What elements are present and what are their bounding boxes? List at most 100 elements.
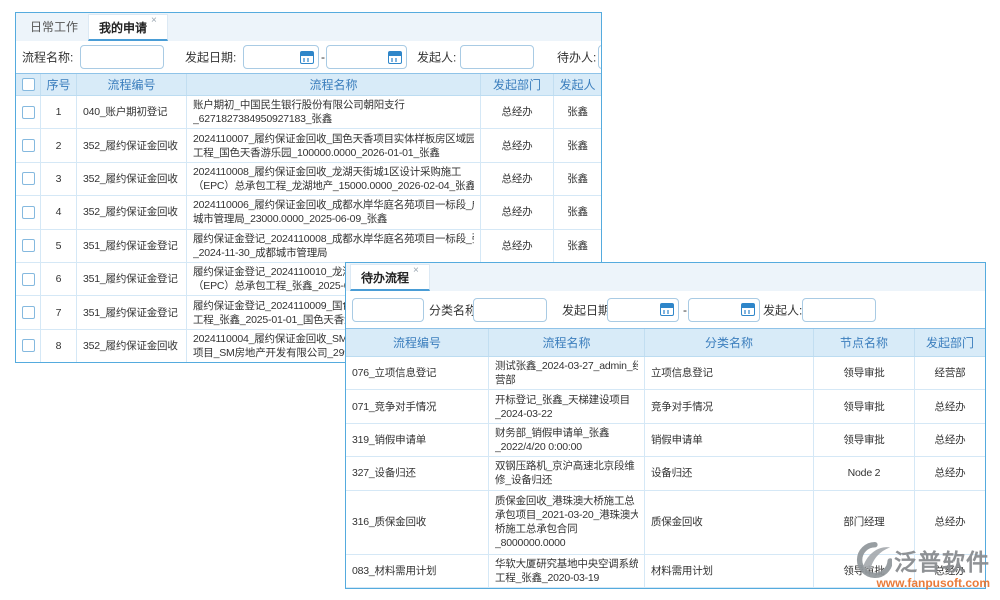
calendar-icon[interactable] (741, 303, 755, 316)
start-date-label: 发起日期: (562, 301, 613, 318)
initiator-input[interactable] (460, 45, 534, 69)
initiator-label: 发起人: (417, 49, 456, 66)
col-header-dept[interactable]: 发起部门 (915, 329, 985, 356)
close-icon[interactable]: × (151, 16, 157, 26)
tab-daily-work-label: 日常工作 (30, 18, 78, 35)
assignee-input[interactable] (598, 45, 602, 69)
cell-initiator: 张鑫 (554, 163, 601, 196)
cell-process-code: 351_履约保证金登记 (77, 263, 187, 296)
cell-dept: 总经办 (481, 129, 554, 162)
cell-process-code: 352_履约保证金回收 (77, 129, 187, 162)
row-checkbox[interactable] (22, 172, 35, 185)
initiator-input[interactable] (802, 298, 876, 322)
table-row[interactable]: 2 352_履约保证金回收 2024110007_履约保证金回收_国色天香项目实… (16, 129, 601, 162)
col-header-initiator[interactable]: 发起人 (554, 74, 601, 95)
col-header-name[interactable]: 流程名称 (489, 329, 645, 356)
cell-node: 领导审批 (814, 357, 915, 390)
front-filter-bar: 分类名称: 发起日期: - 发起人: (346, 291, 985, 328)
row-checkbox[interactable] (22, 139, 35, 152)
row-checkbox[interactable] (22, 206, 35, 219)
cell-process-name: 账户期初_中国民生银行股份有限公司朝阳支行_627182738495092718… (187, 96, 481, 129)
calendar-icon[interactable] (300, 51, 314, 64)
cell-initiator: 张鑫 (554, 230, 601, 263)
cell-seq: 3 (41, 163, 77, 196)
row-checkbox-cell (16, 96, 41, 129)
cell-seq: 4 (41, 196, 77, 229)
category-input[interactable] (473, 298, 547, 322)
date-separator: - (321, 50, 325, 64)
cell-initiator: 张鑫 (554, 129, 601, 162)
select-all-checkbox[interactable] (22, 78, 35, 91)
tab-pending-processes[interactable]: 待办流程 × (350, 264, 430, 291)
table-row[interactable]: 1 040_账户期初登记 账户期初_中国民生银行股份有限公司朝阳支行_62718… (16, 96, 601, 129)
cell-process-name: 履约保证金登记_2024110008_成都水岸华庭名苑项目一标段_张鑫_2024… (187, 230, 481, 263)
process-name-label: 流程名称: (22, 49, 73, 66)
cell-process-code: 040_账户期初登记 (77, 96, 187, 129)
cell-category: 质保金回收 (645, 491, 814, 555)
cell-category: 立项信息登记 (645, 357, 814, 390)
col-header-code[interactable]: 流程编号 (346, 329, 489, 356)
cell-process-code: 319_销假申请单 (346, 424, 489, 457)
calendar-icon[interactable] (388, 51, 402, 64)
start-date-to-input[interactable] (326, 45, 407, 69)
close-icon[interactable]: × (413, 266, 419, 276)
table-row[interactable]: 076_立项信息登记 测试张鑫_2024-03-27_admin_经营部 立项信… (346, 357, 985, 390)
col-header-category[interactable]: 分类名称 (645, 329, 814, 356)
cell-process-name: 财务部_销假申请单_张鑫_2022/4/20 0:00:00 (489, 424, 645, 457)
calendar-icon[interactable] (660, 303, 674, 316)
brand-url: www.fanpusoft.com (856, 576, 990, 590)
col-header-seq[interactable]: 序号 (41, 74, 77, 95)
table-row[interactable]: 319_销假申请单 财务部_销假申请单_张鑫_2022/4/20 0:00:00… (346, 424, 985, 457)
tab-my-applications[interactable]: 我的申请 × (88, 14, 168, 41)
row-checkbox-cell (16, 129, 41, 162)
cell-process-code: 071_竞争对手情况 (346, 390, 489, 423)
tab-daily-work[interactable]: 日常工作 (20, 14, 88, 41)
start-date-from-input[interactable] (243, 45, 319, 69)
col-header-name[interactable]: 流程名称 (187, 74, 481, 95)
table-row[interactable]: 3 352_履约保证金回收 2024110008_履约保证金回收_龙湖天街城1区… (16, 163, 601, 196)
cell-dept: 总经办 (481, 196, 554, 229)
cell-process-code: 351_履约保证金登记 (77, 296, 187, 329)
cell-initiator: 张鑫 (554, 96, 601, 129)
row-checkbox[interactable] (22, 339, 35, 352)
cell-seq: 5 (41, 230, 77, 263)
row-checkbox-cell (16, 296, 41, 329)
start-date-from-input[interactable] (607, 298, 679, 322)
cell-seq: 1 (41, 96, 77, 129)
col-header-dept[interactable]: 发起部门 (481, 74, 554, 95)
process-name-input[interactable] (80, 45, 164, 69)
row-checkbox-cell (16, 263, 41, 296)
cell-process-name: 测试张鑫_2024-03-27_admin_经营部 (489, 357, 645, 390)
date-separator: - (683, 303, 687, 317)
cell-dept: 总经办 (915, 424, 985, 457)
cell-category: 竞争对手情况 (645, 390, 814, 423)
row-checkbox[interactable] (22, 239, 35, 252)
col-header-code[interactable]: 流程编号 (77, 74, 187, 95)
col-header-node[interactable]: 节点名称 (814, 329, 915, 356)
cell-process-code: 352_履约保证金回收 (77, 196, 187, 229)
cell-node: Node 2 (814, 457, 915, 490)
cell-seq: 8 (41, 330, 77, 363)
row-checkbox-cell (16, 330, 41, 363)
table-row[interactable]: 327_设备归还 双钢压路机_京沪高速北京段维修_设备归还 设备归还 Node … (346, 457, 985, 490)
row-checkbox[interactable] (22, 273, 35, 286)
cell-process-name: 质保金回收_港珠澳大桥施工总承包项目_2021-03-20_港珠澳大桥施工总承包… (489, 491, 645, 555)
cell-process-code: 351_履约保证金登记 (77, 230, 187, 263)
cell-process-code: 352_履约保证金回收 (77, 163, 187, 196)
cell-process-code: 316_质保金回收 (346, 491, 489, 555)
cell-dept: 总经办 (915, 457, 985, 490)
row-checkbox[interactable] (22, 306, 35, 319)
cell-category: 设备归还 (645, 457, 814, 490)
row-checkbox[interactable] (22, 106, 35, 119)
tab-pending-processes-label: 待办流程 (361, 269, 409, 286)
start-date-to-input[interactable] (688, 298, 760, 322)
cell-process-name: 2024110008_履约保证金回收_龙湖天街城1区设计采购施工（EPC）总承包… (187, 163, 481, 196)
cell-dept: 总经办 (481, 230, 554, 263)
table-row[interactable]: 071_竞争对手情况 开标登记_张鑫_天梯建设项目_2024-03-22 竞争对… (346, 390, 985, 423)
brand-text: 泛普软件 (894, 543, 990, 577)
table-row[interactable]: 4 352_履约保证金回收 2024110006_履约保证金回收_成都水岸华庭名… (16, 196, 601, 229)
unlabeled-filter-input[interactable] (352, 298, 424, 322)
table-row[interactable]: 5 351_履约保证金登记 履约保证金登记_2024110008_成都水岸华庭名… (16, 230, 601, 263)
cell-category: 销假申请单 (645, 424, 814, 457)
tab-my-applications-label: 我的申请 (99, 19, 147, 36)
